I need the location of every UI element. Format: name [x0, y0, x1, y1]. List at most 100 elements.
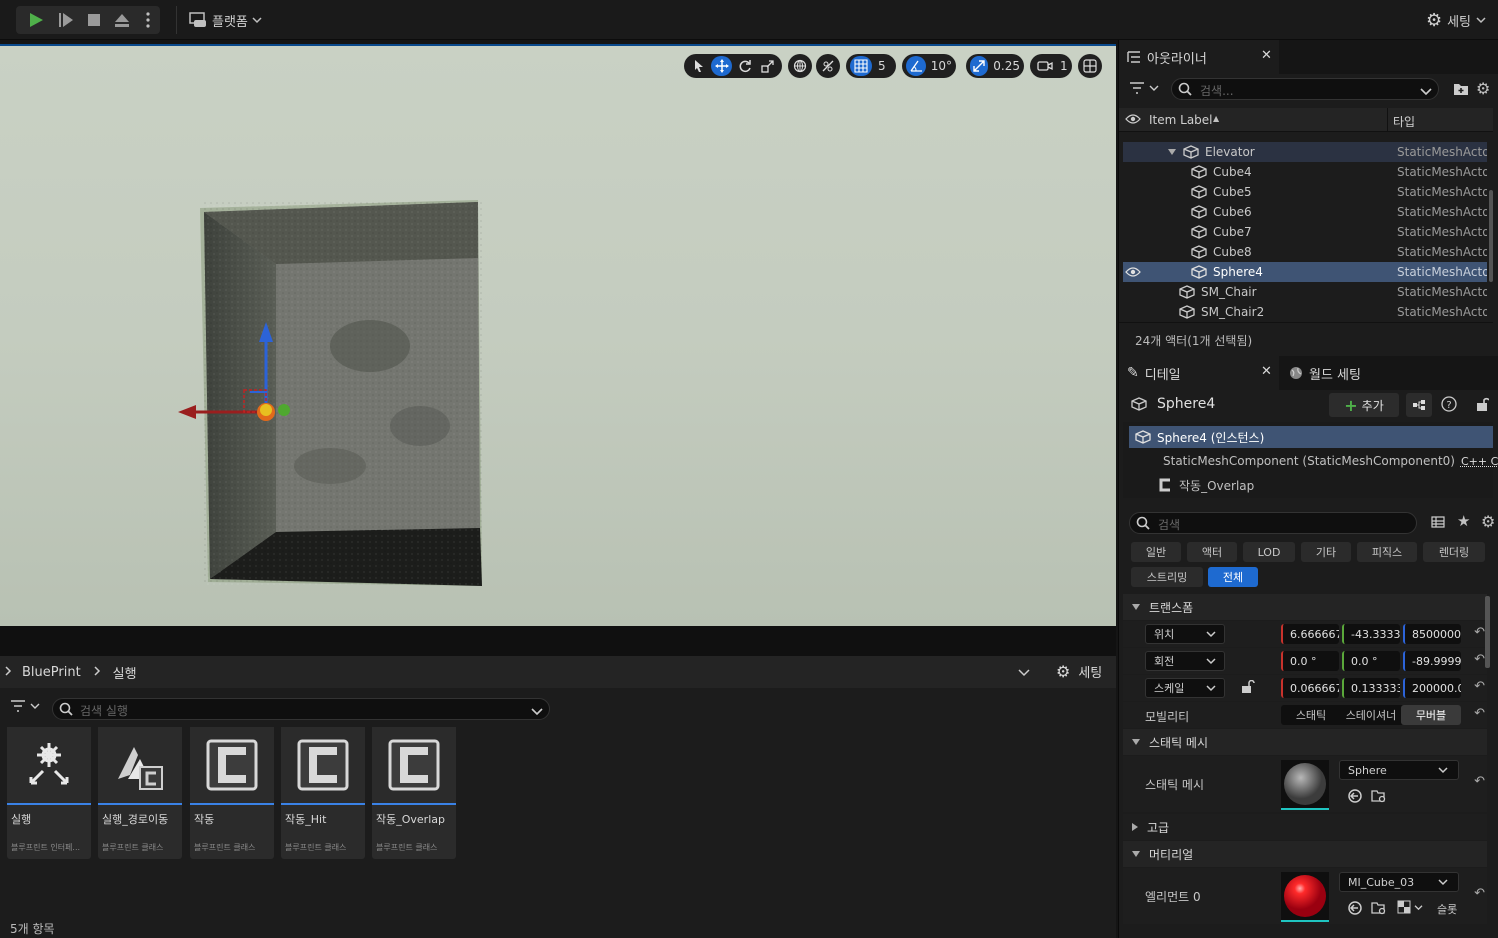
translate-mode-button[interactable] — [711, 56, 732, 76]
reset-icon[interactable]: ↶ — [1474, 652, 1485, 667]
help-icon[interactable]: ? — [1441, 396, 1457, 415]
surface-snap-button[interactable] — [816, 54, 840, 78]
eye-icon[interactable] — [1125, 266, 1141, 281]
list-item[interactable]: Sphere4 StaticMeshActor — [1123, 262, 1487, 282]
scale-y-input[interactable]: 0.133333 — [1342, 678, 1400, 698]
reset-icon[interactable]: ↶ — [1474, 625, 1485, 640]
asset-tile[interactable]: 실행 블루프린트 인터페... — [7, 727, 91, 859]
list-item[interactable]: Cube5 StaticMeshActor — [1123, 182, 1487, 202]
reset-icon[interactable]: ↶ — [1474, 774, 1485, 789]
table-view-icon[interactable] — [1431, 516, 1445, 531]
level-viewport[interactable]: 5 10° 0.25 1 — [0, 44, 1116, 626]
material-thumbnail[interactable] — [1281, 872, 1329, 922]
close-icon[interactable]: ✕ — [1261, 48, 1272, 63]
component-row[interactable]: 작동_Overlap — [1157, 475, 1254, 495]
rotation-z-input[interactable]: -89.9999 — [1403, 651, 1461, 671]
actor-name[interactable]: Sphere4 — [1157, 396, 1215, 412]
unlock-icon[interactable] — [1241, 680, 1255, 697]
scale-x-input[interactable]: 0.066667 — [1281, 678, 1339, 698]
outliner-scrollbar[interactable] — [1489, 190, 1493, 282]
list-item[interactable]: Cube8 StaticMeshActor — [1123, 242, 1487, 262]
expand-arrow-icon[interactable] — [1167, 148, 1177, 156]
filter-button[interactable] — [10, 700, 40, 712]
scale-mode-button[interactable] — [757, 56, 778, 76]
blueprint-button[interactable] — [1406, 393, 1432, 417]
category-all[interactable]: 전체 — [1208, 567, 1258, 587]
scale-z-input[interactable]: 200000.0 — [1403, 678, 1461, 698]
browse-icon[interactable] — [1371, 900, 1387, 919]
play-options-button[interactable] — [140, 6, 156, 34]
category-actor[interactable]: 액터 — [1187, 542, 1237, 562]
rotation-x-input[interactable]: 0.0 ° — [1281, 651, 1339, 671]
location-y-input[interactable]: -43.3333 — [1342, 624, 1400, 644]
component-row[interactable]: Sphere4 (인스턴스) — [1129, 426, 1493, 448]
col-type[interactable]: 타입 — [1393, 113, 1415, 130]
col-item-label[interactable]: Item Label — [1149, 113, 1213, 127]
tab-outliner[interactable]: 아웃라이너 ✕ — [1119, 40, 1279, 74]
star-icon[interactable]: ★ — [1457, 512, 1470, 530]
scale-snap-group[interactable]: 0.25 — [966, 54, 1024, 78]
category-streaming[interactable]: 스트리밍 — [1131, 567, 1203, 587]
world-local-button[interactable] — [788, 54, 812, 78]
asset-tile[interactable]: 작동_Overlap 블루프린트 클래스 — [372, 727, 456, 859]
list-item[interactable]: Elevator StaticMeshActor — [1123, 142, 1487, 162]
breadcrumb-item[interactable]: 실행 — [113, 663, 137, 682]
cb-settings-button[interactable]: ⚙ 세팅 — [1056, 662, 1102, 681]
static-mesh-dropdown[interactable]: Sphere — [1339, 760, 1459, 780]
location-z-input[interactable]: 8500000 — [1403, 624, 1461, 644]
advanced-row[interactable]: 고급 — [1123, 814, 1487, 840]
material-section-header[interactable]: 머티리얼 — [1123, 841, 1487, 867]
mesh-thumbnail[interactable] — [1281, 760, 1329, 810]
category-misc[interactable]: 기타 — [1301, 542, 1351, 562]
eject-button[interactable] — [108, 6, 136, 34]
list-item[interactable]: Cube6 StaticMeshActor — [1123, 202, 1487, 222]
category-rendering[interactable]: 렌더링 — [1423, 542, 1485, 562]
viewport-layout-button[interactable] — [1078, 54, 1102, 78]
reset-icon[interactable]: ↶ — [1474, 706, 1485, 721]
play-button[interactable] — [22, 6, 50, 34]
asset-tile[interactable]: 작동 블루프린트 클래스 — [190, 727, 274, 859]
category-physics[interactable]: 피직스 — [1357, 542, 1417, 562]
use-selected-icon[interactable] — [1347, 788, 1363, 807]
angle-snap-group[interactable]: 10° — [902, 54, 956, 78]
add-folder-icon[interactable] — [1453, 82, 1469, 99]
list-item[interactable]: Cube4 StaticMeshActor — [1123, 162, 1487, 182]
column-divider[interactable] — [1387, 108, 1388, 132]
category-general[interactable]: 일반 — [1131, 542, 1181, 562]
chevron-down-icon[interactable] — [1018, 667, 1030, 682]
cpp-tag[interactable]: C++ C — [1461, 455, 1498, 468]
gear-icon[interactable]: ⚙ — [1481, 512, 1495, 531]
cb-search-input[interactable]: 검색 실행 — [52, 698, 550, 720]
settings-button[interactable]: ⚙ 세팅 — [1426, 8, 1486, 32]
list-item[interactable]: SM_Chair2 StaticMeshActor — [1123, 302, 1487, 322]
lock-icon[interactable] — [1475, 396, 1489, 415]
mobility-stationary[interactable]: 스테이셔너 — [1341, 705, 1401, 725]
rotation-y-input[interactable]: 0.0 ° — [1342, 651, 1400, 671]
platform-dropdown[interactable]: 플랫폼 — [188, 8, 262, 32]
asset-tile[interactable]: 작동_Hit 블루프린트 클래스 — [281, 727, 365, 859]
select-mode-button[interactable] — [688, 56, 709, 76]
details-scrollbar[interactable] — [1485, 596, 1490, 668]
browse-icon[interactable] — [1371, 788, 1387, 807]
reset-icon[interactable]: ↶ — [1474, 679, 1485, 694]
rotate-mode-button[interactable] — [734, 56, 755, 76]
mobility-movable[interactable]: 무버블 — [1401, 705, 1461, 725]
eye-icon[interactable] — [1125, 113, 1141, 128]
chevron-down-icon[interactable] — [531, 705, 543, 719]
outliner-search-input[interactable]: 검색... — [1171, 78, 1439, 100]
breadcrumb-item[interactable]: BluePrint — [22, 665, 81, 680]
scale-mode-dropdown[interactable]: 스케일 — [1145, 678, 1225, 698]
add-component-button[interactable]: + 추가 — [1329, 393, 1399, 417]
location-x-input[interactable]: 6.666667 — [1281, 624, 1339, 644]
tab-world-settings[interactable]: 월드 세팅 — [1281, 356, 1401, 390]
stop-button[interactable] — [80, 6, 108, 34]
mobility-static[interactable]: 스태틱 — [1281, 705, 1341, 725]
details-search-input[interactable]: 검색 — [1129, 512, 1417, 534]
transform-section-header[interactable]: 트랜스폼 — [1123, 594, 1487, 620]
component-row[interactable]: StaticMeshComponent (StaticMeshComponent… — [1157, 451, 1493, 471]
asset-tile[interactable]: 실행_경로이동 블루프린트 클래스 — [98, 727, 182, 859]
texture-options-button[interactable] — [1397, 900, 1423, 914]
material-dropdown[interactable]: MI_Cube_03 — [1339, 872, 1459, 892]
rotation-mode-dropdown[interactable]: 회전 — [1145, 651, 1225, 671]
list-item[interactable]: SM_Chair StaticMeshActor — [1123, 282, 1487, 302]
